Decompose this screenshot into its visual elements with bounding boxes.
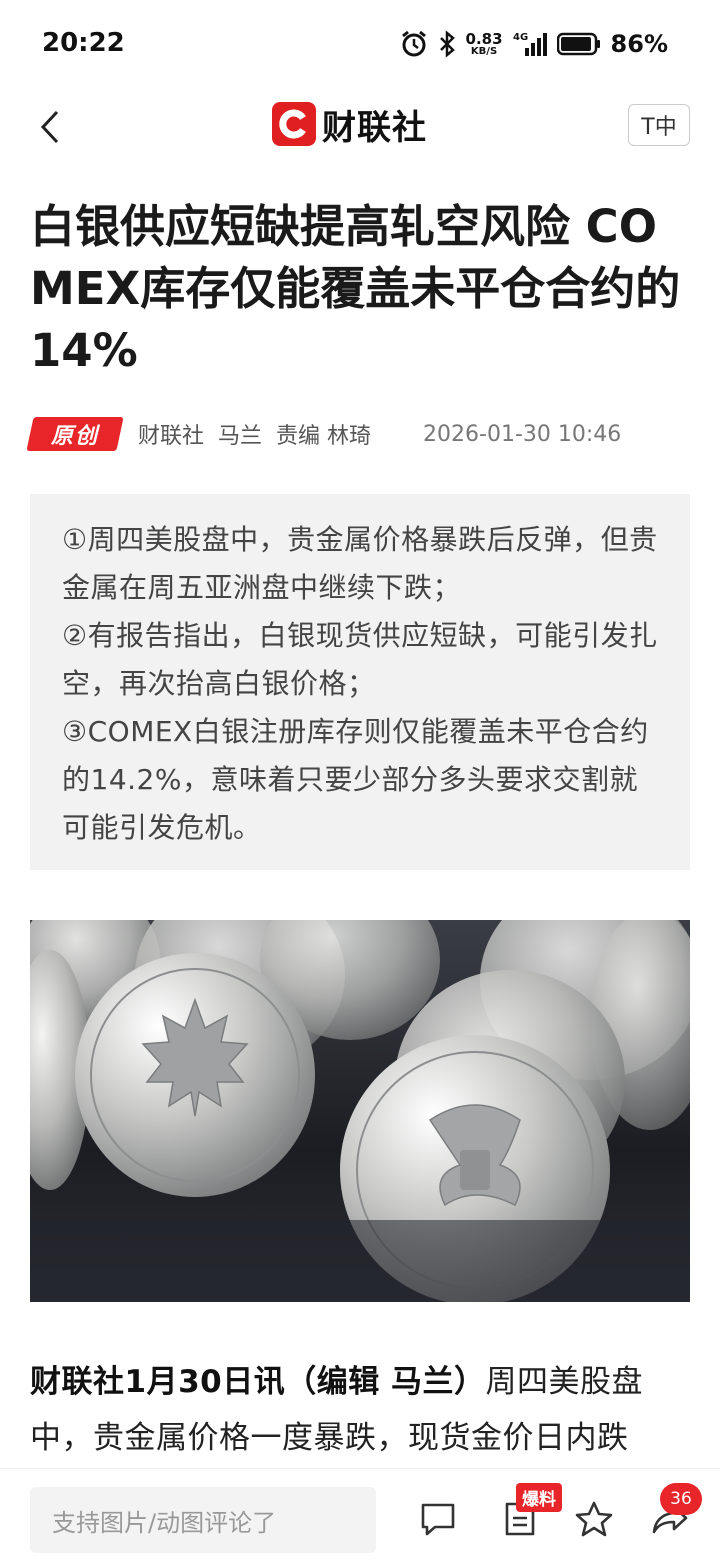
bottom-action-bar: 支持图片/动图评论了 爆料 36 — [0, 1468, 720, 1568]
logo-text: 财联社 — [322, 107, 427, 148]
bluetooth-icon — [438, 30, 456, 58]
article-editor: 责编 林琦 — [276, 424, 372, 449]
chevron-left-icon — [40, 110, 59, 144]
article-body: 财联社1月30日讯（编辑 马兰）周四美股盘中，贵金属价格一度暴跌，现货金价日内跌 — [30, 1354, 694, 1466]
original-badge: 原创 — [26, 417, 124, 451]
article-title: 白银供应短缺提高轧空风险 COMEX库存仅能覆盖未平仓合约的14% — [30, 200, 681, 377]
svg-text:4G: 4G — [513, 32, 528, 43]
battery-percent: 86% — [610, 30, 668, 58]
nav-bar: 财联社 T中 — [0, 92, 720, 164]
article-meta: 原创 财联社 马兰 责编 林琦 2026-01-30 10:46 — [26, 416, 690, 452]
status-icons: 0.83 KB/S 4G 86% — [400, 30, 668, 58]
article-image[interactable] — [30, 920, 690, 1302]
article-summary: ①周四美股盘中，贵金属价格暴跌后反弹，但贵金属在周五亚洲盘中继续下跌； ②有报告… — [30, 494, 690, 870]
battery-icon — [556, 32, 601, 56]
summary-point: ①周四美股盘中，贵金属价格暴跌后反弹，但贵金属在周五亚洲盘中继续下跌； — [62, 523, 658, 604]
favorite-button[interactable] — [574, 1499, 614, 1539]
comment-input[interactable]: 支持图片/动图评论了 — [30, 1487, 376, 1553]
summary-point: ③COMEX白银注册库存则仅能覆盖未平仓合约的14.2%，意味着只要少部分多头要… — [62, 715, 649, 844]
status-bar: 20:22 0.83 KB/S 4G 86% — [0, 0, 720, 92]
alarm-icon — [400, 30, 428, 58]
status-time: 20:22 — [42, 28, 125, 58]
net-speed: 0.83 KB/S — [465, 29, 503, 57]
article-date: 2026-01-30 10:46 — [423, 421, 622, 447]
star-icon — [575, 1501, 613, 1537]
comment-button[interactable] — [418, 1499, 458, 1539]
comment-icon — [421, 1503, 455, 1536]
article-author: 马兰 — [218, 424, 263, 449]
font-size-button[interactable]: T中 — [628, 104, 690, 146]
tipoff-badge: 爆料 — [516, 1483, 562, 1512]
article-source: 财联社 — [138, 424, 205, 449]
silver-coins-image — [30, 920, 690, 1302]
back-button[interactable] — [30, 102, 70, 152]
share-count-badge: 36 — [660, 1483, 702, 1515]
summary-point: ②有报告指出，白银现货供应短缺，可能引发扎空，再次抬高白银价格； — [62, 619, 658, 700]
signal-icon: 4G — [513, 30, 547, 58]
app-logo: 财联社 — [272, 100, 427, 148]
body-lead: 财联社1月30日讯（编辑 马兰） — [30, 1364, 486, 1400]
logo-mark-icon — [272, 102, 316, 146]
